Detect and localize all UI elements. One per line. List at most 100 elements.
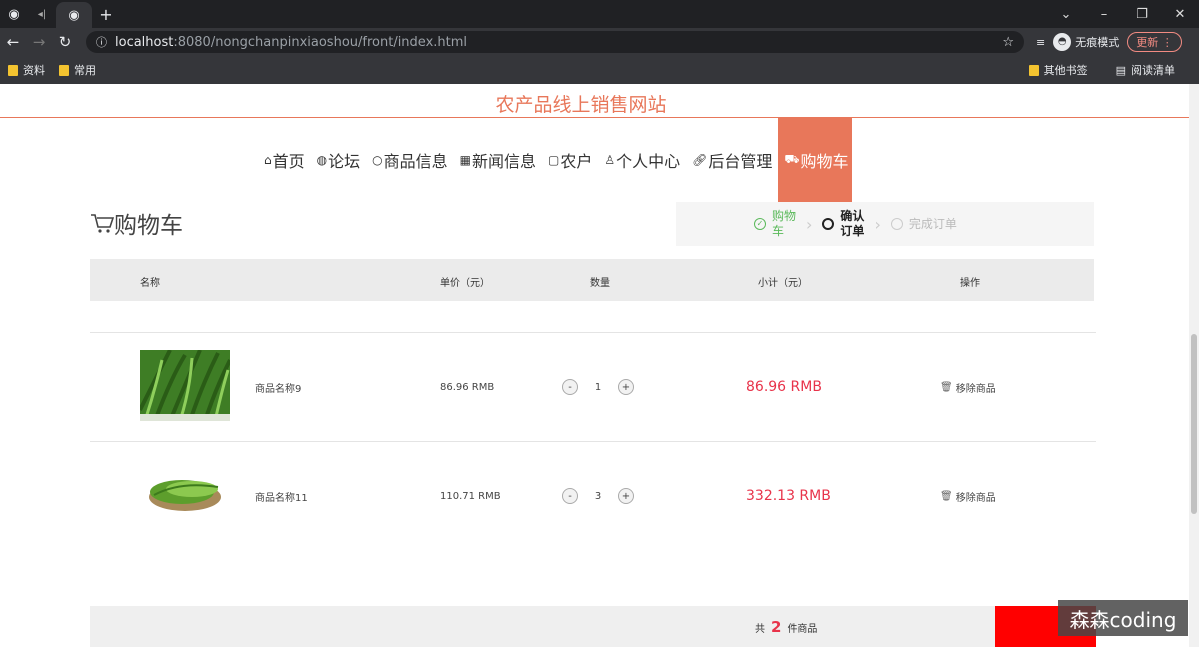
other-bookmarks[interactable]: 其他书签 xyxy=(1028,62,1088,78)
nav-home[interactable]: ⌂ 首页 xyxy=(258,118,311,202)
reading-list[interactable]: ▤ 阅读清单 xyxy=(1116,62,1175,78)
cart-icon xyxy=(91,214,114,233)
remove-label: 移除商品 xyxy=(955,383,996,395)
nav-news[interactable]: ▦ 新闻信息 xyxy=(454,118,542,202)
product-image[interactable] xyxy=(140,459,230,530)
update-label: 更新 xyxy=(1136,36,1159,49)
step-label: 确认 订单 xyxy=(840,209,865,238)
nav-label: 后台管理 xyxy=(708,152,773,171)
subtotal: 86.96 RMB xyxy=(746,379,822,395)
remove-item-button[interactable]: 🗑︎ 移除商品 xyxy=(940,333,996,441)
increase-qty-button[interactable]: + xyxy=(618,379,634,395)
qty-value[interactable]: 1 xyxy=(590,382,606,393)
active-tab[interactable]: ◉ xyxy=(56,2,92,28)
update-button[interactable]: 更新 ⋮ xyxy=(1127,32,1182,52)
folder-icon xyxy=(1028,64,1039,76)
user-icon: ♙ xyxy=(604,153,616,167)
url-host: localhost xyxy=(115,34,174,50)
cart-summary-bar: 共 2 件商品 xyxy=(90,606,1096,647)
unit-price: 110.71 RMB xyxy=(440,490,501,502)
cart-table-header: 名称 单价（元） 数量 小计（元） 操作 xyxy=(90,259,1094,301)
minimize-button[interactable]: – xyxy=(1085,7,1123,22)
subtotal: 332.13 RMB xyxy=(746,488,831,504)
grid-icon: ▦ xyxy=(459,153,471,167)
nav-personal-center[interactable]: ♙ 个人中心 xyxy=(598,118,686,202)
folder-icon xyxy=(59,64,69,76)
increase-qty-button[interactable]: + xyxy=(618,488,634,504)
bookmark-star-icon[interactable]: ☆ xyxy=(1002,35,1014,50)
nav-label: 商品信息 xyxy=(383,152,448,171)
main-nav: ⌂ 首页 ◍ 论坛 ○ 商品信息 ▦ 新闻信息 ▢ 农户 ♙ 个人中心 🔗︎ 后台管理 ⛟ 购物… xyxy=(258,118,853,202)
new-tab-button[interactable]: + xyxy=(92,0,120,28)
nav-farmers[interactable]: ▢ 农户 xyxy=(542,118,598,202)
incognito-label: 无痕模式 xyxy=(1075,36,1120,49)
nav-forum[interactable]: ◍ 论坛 xyxy=(311,118,367,202)
bookmark-folder-changyong[interactable]: 常用 xyxy=(59,62,96,78)
cart-heading: 购物车 xyxy=(90,206,183,240)
chevron-right-icon: › xyxy=(806,214,813,234)
table-row: 商品名称11 110.71 RMB - 3 + 332.13 RMB 🗑︎ 移除… xyxy=(90,442,1096,550)
count-value: 2 xyxy=(771,618,782,636)
nav-admin[interactable]: 🔗︎ 后台管理 xyxy=(686,118,778,202)
nav-label: 农户 xyxy=(560,152,593,171)
bookmark-folder-ziliao[interactable]: 资料 xyxy=(8,62,45,78)
info-icon[interactable]: ⓘ xyxy=(96,34,107,50)
page-title: 购物车 xyxy=(114,213,183,239)
audio-tab-icon[interactable]: ◂| xyxy=(28,0,56,28)
scrollbar-thumb[interactable] xyxy=(1191,334,1197,514)
trash-icon: 🗑︎ xyxy=(940,381,953,393)
link-icon: 🔗︎ xyxy=(692,153,708,167)
remove-label: 移除商品 xyxy=(955,492,996,504)
unit-price: 86.96 RMB xyxy=(440,381,495,393)
nav-label: 购物车 xyxy=(800,152,849,171)
check-icon: ✓ xyxy=(754,218,766,230)
globe-icon: ◍ xyxy=(316,153,328,167)
reading-list-icon[interactable]: ≡ xyxy=(1036,36,1045,49)
trash-icon: 🗑︎ xyxy=(940,490,953,502)
tab-search-icon[interactable]: ⌄ xyxy=(1047,7,1085,22)
address-bar[interactable]: ⓘ localhost:8080/nongchanpinxiaoshou/fro… xyxy=(86,31,1024,53)
page-viewport: 农产品线上销售网站 ⌂ 首页 ◍ 论坛 ○ 商品信息 ▦ 新闻信息 ▢ 农户 ♙ 个人中心 … xyxy=(0,84,1189,647)
remove-item-button[interactable]: 🗑︎ 移除商品 xyxy=(940,442,996,550)
col-actions: 操作 xyxy=(960,278,980,289)
circle-icon xyxy=(890,218,903,230)
restore-button[interactable]: ❐ xyxy=(1123,7,1161,22)
decrease-qty-button[interactable]: - xyxy=(562,488,578,504)
bookmark-label: 常用 xyxy=(74,64,96,77)
step-label: 完成订单 xyxy=(908,216,957,231)
product-name[interactable]: 商品名称11 xyxy=(255,442,308,550)
chevron-right-icon: › xyxy=(874,214,881,234)
close-window-button[interactable]: ✕ xyxy=(1161,7,1199,22)
product-image[interactable] xyxy=(140,350,230,421)
globe-tab-icon[interactable]: ◉ xyxy=(0,0,28,28)
back-button[interactable]: ← xyxy=(0,33,26,51)
product-name[interactable]: 商品名称9 xyxy=(255,333,301,441)
nav-label: 首页 xyxy=(272,152,305,171)
reading-list-icon: ▤ xyxy=(1115,63,1126,77)
quantity-stepper: - 1 + xyxy=(562,333,634,441)
qty-value[interactable]: 3 xyxy=(590,491,606,502)
checkout-steps: ✓ 购物 车 › 确认 订单 › 完成订单 xyxy=(676,202,1094,246)
bookmark-label: 资料 xyxy=(23,64,45,77)
nav-products[interactable]: ○ 商品信息 xyxy=(366,118,454,202)
step-confirm-order: 确认 订单 xyxy=(822,209,864,239)
reload-button[interactable]: ↻ xyxy=(52,33,78,51)
decrease-qty-button[interactable]: - xyxy=(562,379,578,395)
quantity-stepper: - 3 + xyxy=(562,442,634,550)
nav-cart[interactable]: ⛟ 购物车 xyxy=(778,118,853,202)
col-price: 单价（元） xyxy=(440,278,490,289)
home-icon: ⌂ xyxy=(264,153,272,167)
incognito-icon: ◓ xyxy=(1053,33,1072,51)
forward-button[interactable]: → xyxy=(26,33,52,51)
step-complete-order: 完成订单 xyxy=(890,216,957,232)
nav-label: 论坛 xyxy=(328,152,361,171)
watermark: 森森coding xyxy=(1058,600,1188,636)
page-scrollbar[interactable] xyxy=(1189,84,1199,647)
browser-toolbar: ← → ↻ ⓘ localhost:8080/nongchanpinxiaosh… xyxy=(0,28,1199,56)
bookmarks-bar: 资料 常用 其他书签 ▤ 阅读清单 xyxy=(0,56,1199,84)
table-row: 商品名称9 86.96 RMB - 1 + 86.96 RMB 🗑︎ 移除商品 xyxy=(90,333,1096,441)
url-path: :8080/nongchanpinxiaoshou/front/index.ht… xyxy=(173,34,468,50)
nav-label: 个人中心 xyxy=(616,152,681,171)
incognito-indicator[interactable]: ◓ 无痕模式 xyxy=(1053,33,1119,51)
col-qty: 数量 xyxy=(590,278,610,289)
